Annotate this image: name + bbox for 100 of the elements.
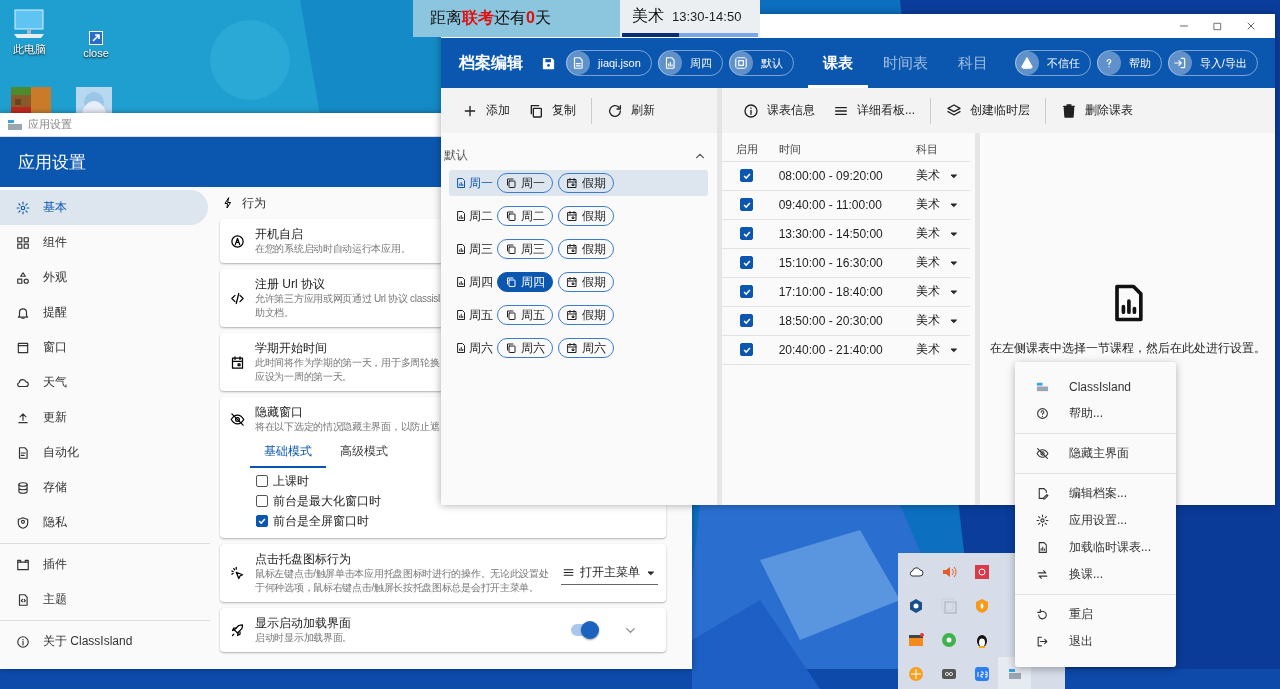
toolbar-button[interactable]: 创建临时层: [937, 102, 1039, 119]
subject-dropdown[interactable]: 美术: [915, 283, 969, 300]
shortcut-icon[interactable]: [89, 31, 103, 45]
window-title: 应用设置: [28, 117, 72, 132]
frame-icon: [728, 50, 753, 75]
window-icon[interactable]: [907, 632, 924, 648]
sidebar-item[interactable]: 基本: [0, 190, 208, 225]
plan-chip[interactable]: 周四: [497, 272, 553, 292]
box-icon: [16, 557, 30, 572]
code-icon: [230, 290, 245, 306]
toolbar-button[interactable]: 添加: [453, 102, 519, 119]
subject-dropdown[interactable]: 美术: [915, 196, 969, 213]
menu-item[interactable]: 重启: [1015, 601, 1176, 628]
checkbox[interactable]: [740, 256, 753, 269]
menu-item[interactable]: 换课...: [1015, 561, 1176, 588]
checkbox[interactable]: [740, 285, 753, 298]
sidebar-item[interactable]: 自动化: [0, 435, 208, 470]
toolbar-button[interactable]: 删除课表: [1052, 102, 1142, 119]
class-plan-row[interactable]: 周五 周五 假期: [449, 302, 708, 328]
database-icon: [16, 480, 30, 495]
menu-item[interactable]: 隐藏主界面: [1015, 440, 1176, 467]
chart-file-icon: [455, 177, 467, 189]
copy-icon: [505, 276, 517, 288]
checkbox[interactable]: [256, 495, 268, 507]
toolbar-button[interactable]: 刷新: [598, 102, 664, 119]
menu-item[interactable]: 退出: [1015, 628, 1176, 655]
class-plan-row[interactable]: 周二 周二 假期: [449, 203, 708, 229]
toggle-switch[interactable]: [571, 624, 597, 636]
calendar-icon: [566, 276, 578, 288]
close-icon: [1245, 20, 1257, 32]
letter-circle-icon: [230, 233, 245, 249]
subject-dropdown[interactable]: 美术: [915, 167, 969, 184]
chart-file-icon: [455, 243, 467, 255]
menu-item[interactable]: 加载临时课表...: [1015, 534, 1176, 561]
tab[interactable]: 时间表: [867, 38, 943, 88]
cloud-icon[interactable]: [907, 564, 924, 580]
chart-file-icon: [455, 309, 467, 321]
shield-icon: [16, 515, 30, 530]
sidebar-item[interactable]: 存储: [0, 470, 208, 505]
checkbox[interactable]: [740, 227, 753, 240]
class-plan-row[interactable]: 周四 周四 假期: [449, 269, 708, 295]
sidebar-item[interactable]: 天气: [0, 365, 208, 400]
upload-icon: [16, 410, 30, 425]
checkbox[interactable]: [740, 169, 753, 182]
setting-description: 在您的系统启动时自动运行本应用。: [255, 242, 411, 256]
sidebar-item[interactable]: 隐私: [0, 505, 208, 540]
app-icon[interactable]: [973, 564, 990, 580]
speaker-icon[interactable]: [940, 564, 957, 580]
checkbox[interactable]: [256, 515, 268, 527]
subject-dropdown[interactable]: 美术: [915, 225, 969, 242]
dropdown[interactable]: 打开主菜单: [561, 561, 658, 585]
checkbox[interactable]: [740, 198, 753, 211]
toolbar-button[interactable]: 课表信息: [734, 102, 824, 119]
eye-off-icon: [230, 411, 245, 427]
tab[interactable]: 科目: [942, 38, 1003, 88]
subject-dropdown[interactable]: 美术: [915, 312, 969, 329]
mode-tab[interactable]: 高级模式: [326, 437, 402, 468]
page-title: 应用设置: [18, 151, 86, 174]
setting-title: 开机自启: [255, 226, 303, 242]
day-label: 周一: [469, 174, 493, 192]
save-icon: [541, 55, 556, 71]
app-icon[interactable]: [940, 666, 957, 682]
menu-item[interactable]: 帮助...: [1015, 400, 1176, 427]
sidebar-item[interactable]: 关于 ClassIsland: [0, 624, 208, 659]
countdown-text: 距离联考还有0天: [430, 8, 551, 28]
chart-file-icon: [455, 276, 467, 288]
lesson-subject: 美术: [632, 6, 664, 26]
swap-icon: [1036, 568, 1049, 581]
sidebar-item[interactable]: 更新: [0, 400, 208, 435]
subject-dropdown[interactable]: 美术: [915, 341, 969, 358]
sidebar-item[interactable]: 主题: [0, 582, 208, 617]
toolbar-button[interactable]: 复制: [519, 102, 585, 119]
subject-dropdown[interactable]: 美术: [915, 254, 969, 271]
sidebar-item[interactable]: 外观: [0, 260, 208, 295]
app-icon[interactable]: [907, 598, 924, 614]
menu-item[interactable]: 应用设置...: [1015, 507, 1176, 534]
toolbar-button[interactable]: 详细看板...: [824, 102, 924, 119]
sidebar-item[interactable]: 插件: [0, 547, 208, 582]
copy-icon: [505, 309, 517, 321]
sidebar-item[interactable]: 窗口: [0, 330, 208, 365]
menu-item[interactable]: 编辑档案...: [1015, 480, 1176, 507]
menu-item[interactable]: ClassIsland: [1015, 373, 1176, 400]
checkbox[interactable]: [740, 314, 753, 327]
mode-tab[interactable]: 基础模式: [250, 437, 326, 468]
sidebar-item[interactable]: 提醒: [0, 295, 208, 330]
class-plan-row[interactable]: 周六 周六 周六: [449, 335, 708, 361]
setting-title: 点击托盘图标行为: [255, 551, 351, 567]
help-icon: [1096, 50, 1121, 75]
setting-description: 鼠标左键点击/触屏单击本应用托盘图标时进行的操作。无论此设置处于何种选项，鼠标右键点击/触屏长按托盘图标总是会打开主菜单。: [255, 567, 550, 595]
desktop-icon-label: close: [83, 47, 109, 59]
setting-title: 学期开始时间: [255, 340, 327, 356]
help-circle-icon: [1036, 407, 1049, 420]
checkbox[interactable]: [256, 475, 268, 487]
column-header: 时间: [778, 143, 801, 156]
class-plan-row[interactable]: 周三 周三 假期: [449, 236, 708, 262]
checkbox[interactable]: [740, 343, 753, 356]
app-logo-icon[interactable]: [1006, 666, 1023, 682]
sidebar-item[interactable]: 组件: [0, 225, 208, 260]
trash-icon: [1061, 102, 1077, 119]
class-plan-row[interactable]: 周一 周一 假期: [449, 170, 708, 196]
